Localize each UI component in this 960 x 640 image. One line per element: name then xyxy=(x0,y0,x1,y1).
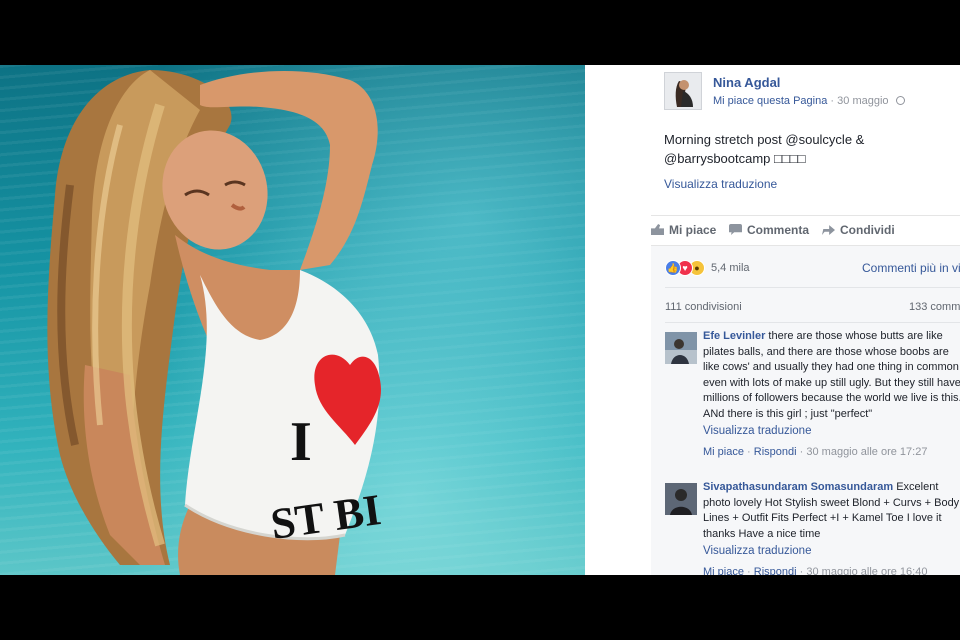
comment-time[interactable]: 30 maggio alle ore 17:27 xyxy=(806,446,927,458)
reactions-count: 5,4 mila xyxy=(711,261,750,274)
comments-count[interactable]: 133 comm xyxy=(909,301,960,313)
photo-viewer: I ST BI Nina Agdal Mi piace questa Pagin… xyxy=(0,65,960,575)
commenter-name[interactable]: Efe Levinler xyxy=(703,330,765,342)
photo-illustration: I ST BI xyxy=(47,70,384,575)
comments-filter-link[interactable]: Commenti più in vi xyxy=(862,261,960,275)
post-photo[interactable]: I ST BI xyxy=(0,65,585,575)
letterbox-bottom xyxy=(0,575,960,640)
reactions-summary[interactable]: 👍 ♥ ● 5,4 mila xyxy=(665,259,750,277)
commenter-avatar[interactable] xyxy=(665,332,697,364)
like-label: Mi piace xyxy=(669,223,717,237)
commenter-avatar[interactable] xyxy=(665,483,697,515)
post-panel: Nina Agdal Mi piace questa Pagina · 30 m… xyxy=(585,65,960,575)
comment-time[interactable]: 30 maggio alle ore 16:40 xyxy=(806,566,927,576)
comment-reply-link[interactable]: Rispondi xyxy=(754,566,797,576)
divider xyxy=(665,287,960,288)
comment-like-link[interactable]: Mi piace xyxy=(703,446,744,458)
comment-button[interactable]: Commenta xyxy=(729,223,809,237)
like-page-link[interactable]: Mi piace questa Pagina xyxy=(713,95,827,107)
comment-translate-link[interactable]: Visualizza traduzione xyxy=(703,424,960,440)
comment-reply-link[interactable]: Rispondi xyxy=(754,446,797,458)
share-icon xyxy=(822,225,835,235)
comment-body: Sivapathasundaram Somasundaram Excelent … xyxy=(703,480,960,575)
author-name[interactable]: Nina Agdal xyxy=(713,75,780,90)
like-reaction-icon: 👍 xyxy=(665,259,681,276)
share-label: Condividi xyxy=(840,223,895,237)
comment-footer: Mi piace · Rispondi · 30 maggio alle ore… xyxy=(703,445,960,461)
commenter-name[interactable]: Sivapathasundaram Somasundaram xyxy=(703,481,893,493)
translate-link[interactable]: Visualizza traduzione xyxy=(664,177,777,191)
letterbox-top xyxy=(0,0,960,65)
shares-count[interactable]: 111 condivisioni xyxy=(665,301,742,313)
action-bar: Mi piace Commenta Condividi xyxy=(651,215,960,245)
comment-footer: Mi piace · Rispondi · 30 maggio alle ore… xyxy=(703,565,960,576)
comment-translate-link[interactable]: Visualizza traduzione xyxy=(703,544,960,560)
comments-area: 👍 ♥ ● 5,4 mila Commenti più in vi 111 condi… xyxy=(651,245,960,575)
post-date[interactable]: 30 maggio xyxy=(837,95,888,107)
post-text: Morning stretch post @soulcycle & @barry… xyxy=(664,132,865,166)
like-button[interactable]: Mi piace xyxy=(651,223,716,237)
thumbs-up-icon xyxy=(651,224,664,235)
comment-like-link[interactable]: Mi piace xyxy=(703,566,744,576)
comment-label: Commenta xyxy=(747,223,810,237)
author-avatar[interactable] xyxy=(664,72,702,110)
shirt-text-i: I xyxy=(290,411,312,473)
globe-icon xyxy=(895,96,905,105)
comment-icon xyxy=(729,224,742,235)
divider xyxy=(665,322,960,323)
share-button[interactable]: Condividi xyxy=(822,223,895,237)
footer-separator: · xyxy=(747,565,754,576)
footer-separator: · xyxy=(747,445,754,458)
post-meta: Mi piace questa Pagina · 30 maggio xyxy=(713,95,905,107)
comment-body: Efe Levinler there are those whose butts… xyxy=(703,329,960,460)
comment-text: there are those whose butts are like pil… xyxy=(703,330,960,420)
